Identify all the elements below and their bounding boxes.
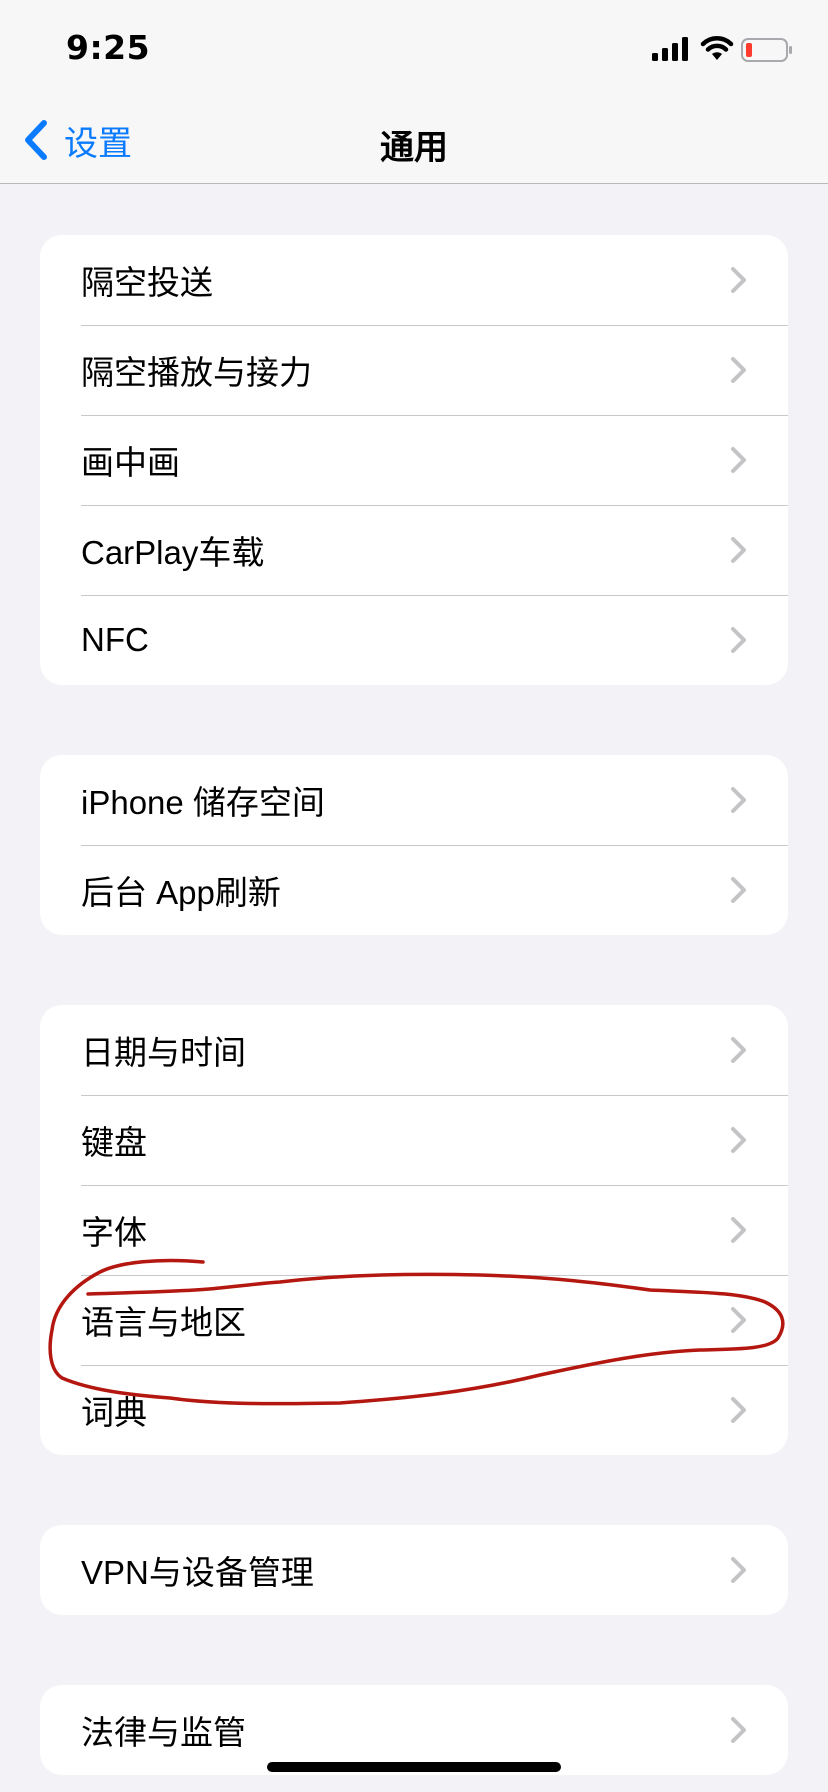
chevron-right-icon (731, 1127, 746, 1153)
settings-row-iphone-storage[interactable]: iPhone 储存空间 (40, 755, 788, 845)
settings-group-connectivity: 隔空投送 隔空播放与接力 画中画 CarPlay车载 NFC (40, 235, 788, 685)
row-label: 画中画 (81, 444, 180, 481)
settings-row-fonts[interactable]: 字体 (40, 1185, 788, 1275)
row-label: iPhone 储存空间 (81, 784, 325, 821)
chevron-right-icon (731, 1717, 746, 1743)
settings-group-storage: iPhone 储存空间 后台 App刷新 (40, 755, 788, 935)
chevron-right-icon (731, 1557, 746, 1583)
battery-icon (741, 38, 792, 62)
row-label: CarPlay车载 (81, 534, 265, 571)
wifi-icon (700, 36, 734, 60)
chevron-right-icon (731, 787, 746, 813)
row-label: 日期与时间 (81, 1034, 246, 1071)
chevron-right-icon (731, 267, 746, 293)
chevron-right-icon (731, 877, 746, 903)
row-label: 字体 (81, 1214, 147, 1251)
settings-row-picture-in-picture[interactable]: 画中画 (40, 415, 788, 505)
row-label: 词典 (81, 1394, 147, 1431)
settings-row-airplay-handoff[interactable]: 隔空播放与接力 (40, 325, 788, 415)
chevron-right-icon (731, 627, 746, 653)
settings-row-dictionary[interactable]: 词典 (40, 1365, 788, 1455)
settings-row-nfc[interactable]: NFC (40, 595, 788, 685)
settings-row-carplay[interactable]: CarPlay车载 (40, 505, 788, 595)
row-label: VPN与设备管理 (81, 1554, 314, 1591)
settings-general-screen: 9:25 设置 通用 隔空投送 隔空播放与接力 画中画 CarPlay车载 NF… (0, 0, 828, 1792)
navigation-bar: 设置 通用 (0, 96, 828, 184)
status-bar: 9:25 (0, 0, 828, 96)
chevron-right-icon (731, 1217, 746, 1243)
row-label: NFC (81, 621, 149, 658)
status-time: 9:25 (66, 28, 151, 67)
home-indicator[interactable] (267, 1762, 561, 1772)
chevron-right-icon (731, 447, 746, 473)
page-title: 通用 (380, 128, 448, 168)
settings-group-locale: 日期与时间 键盘 字体 语言与地区 词典 (40, 1005, 788, 1455)
row-label: 键盘 (81, 1124, 147, 1161)
settings-row-airdrop[interactable]: 隔空投送 (40, 235, 788, 325)
row-label: 法律与监管 (81, 1714, 246, 1751)
row-label: 隔空播放与接力 (81, 354, 312, 391)
settings-row-date-time[interactable]: 日期与时间 (40, 1005, 788, 1095)
signal-icon (652, 37, 688, 61)
settings-row-background-app-refresh[interactable]: 后台 App刷新 (40, 845, 788, 935)
chevron-right-icon (731, 357, 746, 383)
settings-row-language-region[interactable]: 语言与地区 (40, 1275, 788, 1365)
chevron-right-icon (731, 1307, 746, 1333)
chevron-right-icon (731, 537, 746, 563)
settings-row-vpn-device-management[interactable]: VPN与设备管理 (40, 1525, 788, 1615)
chevron-right-icon (731, 1037, 746, 1063)
settings-row-keyboard[interactable]: 键盘 (40, 1095, 788, 1185)
chevron-right-icon (731, 1397, 746, 1423)
row-label: 隔空投送 (81, 264, 213, 301)
settings-group-vpn: VPN与设备管理 (40, 1525, 788, 1615)
row-label: 语言与地区 (81, 1304, 246, 1341)
row-label: 后台 App刷新 (81, 874, 281, 911)
